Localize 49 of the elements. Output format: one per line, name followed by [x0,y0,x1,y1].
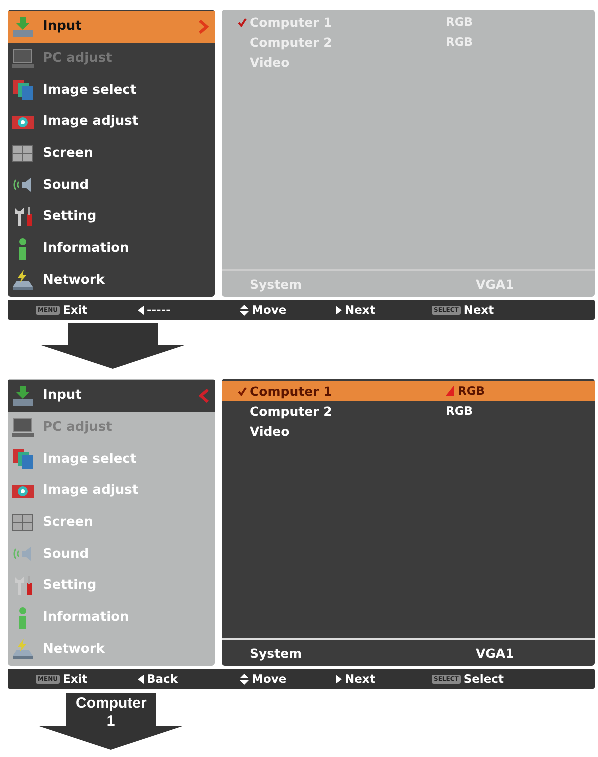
network-icon [12,269,34,292]
menu-item[interactable]: Sound [8,169,215,202]
hint-label: Move [252,672,287,686]
image-stack-icon [12,79,34,102]
system-value: VGA1 [476,276,514,292]
submenu-item[interactable]: Computer 1 RGB [222,381,595,401]
hint-label: Exit [62,303,88,317]
triangle-left-icon [138,306,144,314]
screen-grid-icon [12,142,34,165]
hint-label: Next [345,303,376,317]
system-label: System [250,276,304,292]
menu-item[interactable]: Image adjust [8,106,215,138]
hint-label: Move [252,303,287,317]
chevron-left-icon [199,388,209,403]
info-icon [18,238,28,260]
triangle-right-icon [336,674,342,684]
menu-item[interactable]: Network [8,264,215,296]
download-icon [12,384,34,407]
hint-label: ----- [147,303,171,317]
triangle-left-icon [138,674,144,684]
screen-grid-icon [12,512,34,534]
system-value: VGA1 [476,646,514,660]
image-stack-icon [12,448,34,470]
tools-icon [12,574,34,597]
hint-label: Next [464,303,494,317]
menu-item[interactable]: Setting [8,201,215,233]
chevron-right-icon [199,20,209,34]
laptop-icon [12,48,34,70]
tools-icon [12,206,34,228]
triangle-right-icon [336,306,342,314]
up-down-icon [240,304,249,316]
hint-label: Exit [62,672,88,686]
laptop-icon [12,416,34,438]
menu-item[interactable]: Screen [8,138,215,170]
hint-label: Next [345,672,376,686]
arrow-label: Computer 1 [76,695,146,731]
menu-item[interactable]: Input [8,380,215,412]
info-icon [18,606,28,629]
system-label: System [250,646,304,660]
submenu-item[interactable]: Computer 2 RGB [222,401,595,421]
network-icon [12,638,34,660]
menu-item[interactable]: Image select [8,74,215,106]
menu-item[interactable]: Information [8,232,215,264]
download-icon [12,16,34,38]
submenu-item[interactable]: Video [222,421,595,441]
hint-label: Select [464,672,504,686]
up-down-icon [240,674,249,684]
menu-item[interactable]: Input [8,11,215,43]
hint-label: Back [147,672,178,686]
